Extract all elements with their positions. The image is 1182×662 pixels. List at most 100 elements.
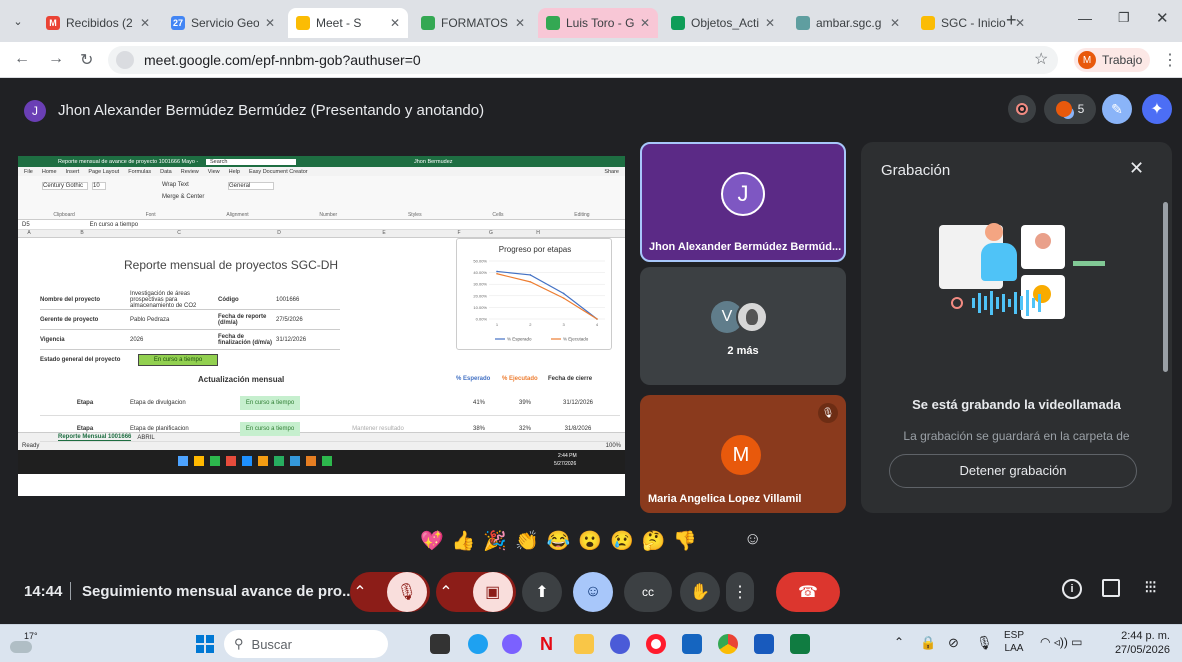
- browser-tab[interactable]: 27 Servicio Geo ✕: [163, 8, 283, 38]
- tray-wifi-off-icon[interactable]: ⊘: [948, 635, 959, 651]
- browser-tab[interactable]: M Recibidos (2 ✕: [38, 8, 158, 38]
- tray-app-icon[interactable]: 🔒: [920, 635, 936, 651]
- tab-close-icon[interactable]: ✕: [140, 16, 150, 30]
- gemini-sparkle-icon[interactable]: ✦: [1142, 94, 1172, 124]
- site-info-icon[interactable]: [116, 51, 134, 69]
- field-value: Pablo Pedraza: [130, 316, 170, 323]
- tab-close-icon[interactable]: ✕: [390, 16, 400, 30]
- stage-label: Etapa: [76, 399, 94, 406]
- participant-tile-maria[interactable]: 🎙 M Maria Angelica Lopez Villamil: [640, 395, 846, 513]
- leave-call-button[interactable]: ☎: [776, 572, 840, 612]
- tab-close-icon[interactable]: ✕: [265, 16, 275, 30]
- copilot-icon[interactable]: [502, 634, 522, 654]
- reaction-emoji[interactable]: 🎉: [483, 529, 507, 553]
- file-explorer-icon[interactable]: [574, 634, 594, 654]
- reload-icon[interactable]: ↻: [80, 50, 93, 70]
- data-point: [496, 270, 498, 273]
- task-view-icon[interactable]: [430, 634, 450, 654]
- camera-options-button[interactable]: ⌃ ▣: [436, 572, 516, 612]
- profile-button[interactable]: M Trabajo: [1074, 48, 1151, 72]
- forward-icon[interactable]: →: [48, 50, 64, 68]
- x-tick-label: 4: [596, 322, 599, 327]
- raise-hand-button[interactable]: ✋: [680, 572, 720, 612]
- participant-tile-jhon[interactable]: J Jhon Alexander Bermúdez Bermúd...: [640, 142, 846, 262]
- number-format: General: [228, 182, 274, 190]
- field-value-2: 31/12/2026: [276, 336, 307, 343]
- opera-icon[interactable]: [646, 634, 666, 654]
- activities-grid-icon[interactable]: ⁝⁝⁝: [1144, 577, 1157, 598]
- word-icon[interactable]: [754, 634, 774, 654]
- excel-menu-item: Home: [41, 168, 57, 175]
- reaction-emoji[interactable]: 😮: [578, 529, 602, 553]
- table-header: Fecha de cierre: [548, 376, 593, 382]
- chrome-icon[interactable]: [718, 634, 738, 654]
- meeting-info-icon[interactable]: i: [1062, 579, 1082, 599]
- tab-close-icon[interactable]: ✕: [515, 16, 525, 30]
- profile-label: Trabajo: [1102, 53, 1143, 67]
- chat-icon[interactable]: [1102, 579, 1120, 597]
- new-tab-button[interactable]: +: [1006, 10, 1017, 31]
- x-tick-label: 3: [563, 322, 566, 327]
- excel-icon[interactable]: [790, 634, 810, 654]
- recording-indicator-icon[interactable]: [1008, 95, 1036, 123]
- tab-search-button[interactable]: ⌄: [8, 12, 28, 32]
- panel-scrollbar[interactable]: [1163, 202, 1168, 372]
- language-indicator[interactable]: ESP LAA: [1004, 629, 1024, 655]
- participant-name: Maria Angelica Lopez Villamil: [648, 493, 802, 505]
- presenter-avatar: J: [24, 100, 46, 122]
- tab-label: ambar.sgc.g: [816, 16, 882, 30]
- window-close-icon[interactable]: ✕: [1156, 9, 1169, 27]
- progress-chart: Progreso por etapas 0.00% 10.00% 20.00% 30.0…: [456, 238, 612, 350]
- stop-recording-button[interactable]: Detener grabación: [889, 454, 1137, 488]
- minimize-icon[interactable]: —: [1078, 10, 1092, 26]
- executed-value: 39%: [518, 399, 531, 406]
- participants-button[interactable]: 5: [1044, 94, 1096, 124]
- reaction-emoji[interactable]: 😂: [547, 529, 571, 553]
- zoom-icon[interactable]: [610, 634, 630, 654]
- field-value: 2026: [130, 336, 144, 343]
- tray-chevron-icon[interactable]: ⌃: [894, 635, 904, 649]
- y-tick-label: 0.00%: [476, 317, 488, 322]
- app-icon[interactable]: [682, 634, 702, 654]
- tab-label: Recibidos (2: [66, 16, 133, 30]
- browser-tab[interactable]: Luis Toro - G ✕: [538, 8, 658, 38]
- remote-taskbar: 2:44 PM 5/27/2026: [18, 450, 625, 474]
- reaction-emoji[interactable]: 💖: [420, 529, 444, 553]
- netflix-icon[interactable]: N: [540, 634, 560, 654]
- weather-widget[interactable]: 17°: [10, 631, 38, 657]
- back-icon[interactable]: ←: [14, 50, 30, 68]
- clock[interactable]: 2:44 p. m. 27/05/2026: [1110, 629, 1170, 657]
- clock-date: 27/05/2026: [1114, 644, 1170, 656]
- more-options-button[interactable]: ⋮: [726, 572, 754, 612]
- reaction-emoji[interactable]: 🤔: [642, 529, 666, 553]
- browser-tab[interactable]: Meet - S ✕: [288, 8, 408, 38]
- browser-menu-icon[interactable]: ⋮: [1162, 50, 1178, 70]
- reaction-emoji[interactable]: 😢: [610, 529, 634, 553]
- annotate-pen-icon[interactable]: ✎: [1102, 94, 1132, 124]
- browser-tab[interactable]: FORMATOS ✕: [413, 8, 533, 38]
- url-input[interactable]: meet.google.com/epf-nnbm-gob?authuser=0: [108, 46, 1058, 74]
- bookmark-star-icon[interactable]: ☆: [1034, 49, 1048, 69]
- participant-tile-more[interactable]: V 2 más: [640, 267, 846, 385]
- reaction-emoji[interactable]: 👍: [452, 529, 476, 553]
- taskbar-search[interactable]: ⚲ Buscar: [224, 630, 388, 658]
- wifi-sound-battery-icon[interactable]: ◠ ◃)) ▭: [1040, 635, 1083, 649]
- tab-label: Meet - S: [316, 16, 362, 30]
- edge-icon[interactable]: [468, 634, 488, 654]
- captions-button[interactable]: cc: [624, 572, 672, 612]
- reaction-emoji[interactable]: 👏: [515, 529, 539, 553]
- reaction-emoji[interactable]: 👎: [673, 529, 697, 553]
- browser-tab[interactable]: ambar.sgc.g ✕: [788, 8, 908, 38]
- start-icon[interactable]: [196, 635, 214, 653]
- tray-mic-icon[interactable]: 🎙: [976, 635, 993, 651]
- close-panel-icon[interactable]: ✕: [1129, 158, 1144, 179]
- more-reactions-icon[interactable]: ☺: [744, 529, 761, 549]
- restore-icon[interactable]: ❐: [1118, 10, 1130, 26]
- tab-close-icon[interactable]: ✕: [640, 16, 650, 30]
- browser-tab[interactable]: Objetos_Acti ✕: [663, 8, 783, 38]
- present-screen-button[interactable]: ⬆: [522, 572, 562, 612]
- tab-close-icon[interactable]: ✕: [890, 16, 900, 30]
- mic-options-button[interactable]: ⌃ 🎙: [350, 572, 430, 612]
- tab-close-icon[interactable]: ✕: [765, 16, 775, 30]
- reactions-button[interactable]: ☺: [573, 572, 613, 612]
